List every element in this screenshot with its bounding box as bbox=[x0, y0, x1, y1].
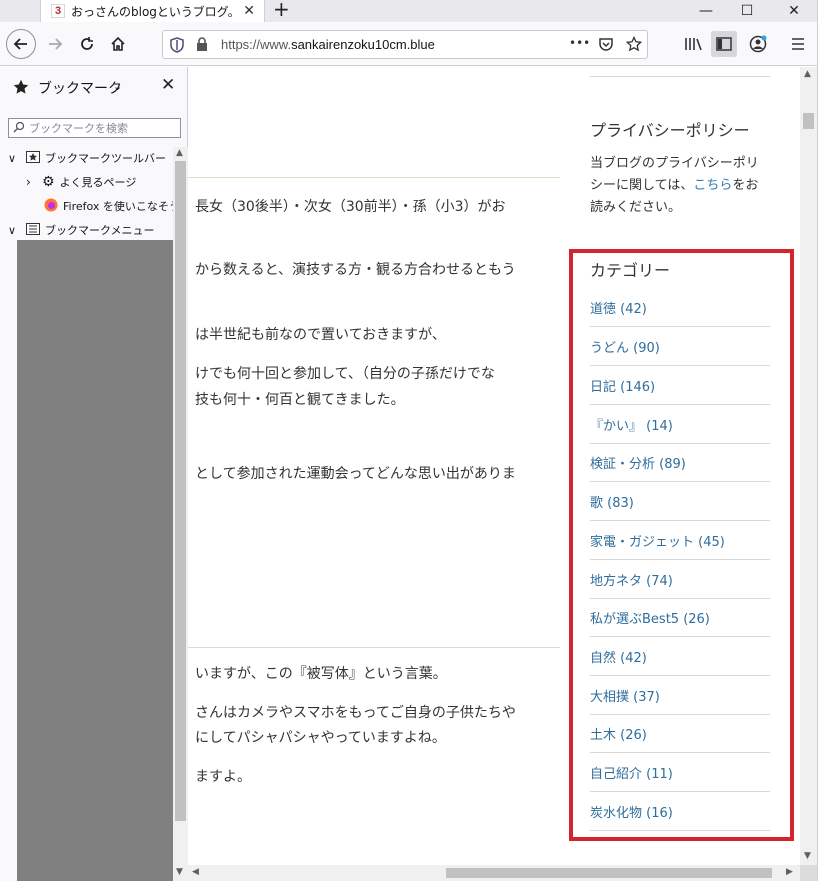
pocket-icon[interactable] bbox=[598, 36, 614, 56]
category-link[interactable]: 地方ネタ (74) bbox=[590, 560, 770, 599]
page-content: 長女（30後半）・次女（30前半）・孫（小3）がお から数えると、演技する方・観… bbox=[188, 67, 809, 865]
star-bookmark-icon[interactable] bbox=[625, 35, 643, 56]
tab-strip: 3 おっさんのblogというブログ。 ✕ + — ☐ ✕ bbox=[0, 0, 827, 22]
category-link[interactable]: 『かい』 (14) bbox=[590, 405, 770, 444]
horizontal-scrollbar-thumb[interactable] bbox=[446, 868, 772, 878]
category-link[interactable]: うどん (90) bbox=[590, 327, 770, 366]
sidebar-scrollbar-thumb[interactable] bbox=[175, 161, 186, 821]
redacted-bookmark-list bbox=[17, 240, 173, 881]
tree-item-label: ブックマークツールバー bbox=[45, 152, 166, 165]
address-bar[interactable]: https://www.sankairenzoku10cm.blue ••• bbox=[162, 30, 648, 59]
scroll-up-arrow-icon[interactable]: ▲ bbox=[176, 148, 183, 158]
article-line: として参加された運動会ってどんな思い出がありま bbox=[195, 466, 516, 482]
scroll-right-arrow-icon[interactable]: ▶ bbox=[786, 867, 793, 877]
scroll-down-arrow-icon[interactable]: ▼ bbox=[176, 867, 183, 877]
category-link[interactable]: 私が選ぶBest5 (26) bbox=[590, 598, 770, 637]
library-icon[interactable] bbox=[680, 31, 706, 57]
tree-item-bookmarks-menu[interactable]: ∨ ブックマークメニュー bbox=[8, 219, 155, 241]
article-line: 長女（30後半）・次女（30前半）・孫（小3）がお bbox=[195, 199, 506, 215]
lock-icon[interactable] bbox=[196, 37, 208, 56]
divider bbox=[188, 177, 560, 178]
window-edge bbox=[817, 0, 827, 881]
tree-item-label: よく見るページ bbox=[59, 176, 137, 189]
privacy-widget-title: プライバシーポリシー bbox=[590, 121, 750, 140]
sidebar-toggle-icon[interactable] bbox=[711, 31, 737, 57]
article-line: 技も何十・何百と観てきました。 bbox=[195, 392, 405, 408]
page-actions-icon[interactable]: ••• bbox=[569, 36, 590, 50]
tree-item-label: ブックマークメニュー bbox=[45, 224, 155, 237]
bookmarks-sidebar: ブックマーク ⌄ ✕ ブックマークを検索 ∨ ブックマークツールバー › ⚙ よ… bbox=[0, 67, 188, 881]
bookmark-search-input[interactable]: ブックマークを検索 bbox=[8, 118, 181, 138]
page-horizontal-scrollbar[interactable]: ◀ ▶ bbox=[188, 865, 800, 881]
tree-item-bookmarks-toolbar[interactable]: ∨ ブックマークツールバー bbox=[8, 147, 166, 169]
category-link[interactable]: 歌 (83) bbox=[590, 482, 770, 521]
tab-title: おっさんのblogというブログ。 bbox=[71, 4, 240, 19]
home-icon[interactable] bbox=[105, 31, 131, 57]
category-link[interactable]: 道徳 (42) bbox=[590, 288, 770, 327]
article-line: は半世紀も前なので置いておきますが、 bbox=[195, 327, 446, 343]
account-icon[interactable] bbox=[745, 31, 771, 57]
maximize-window-icon[interactable]: ☐ bbox=[727, 0, 767, 22]
close-window-icon[interactable]: ✕ bbox=[774, 0, 814, 22]
article-line: ますよ。 bbox=[195, 769, 251, 785]
category-link[interactable]: 炭水化物 (16) bbox=[590, 792, 770, 831]
chevron-down-icon[interactable]: ⌄ bbox=[113, 80, 122, 93]
close-tab-icon[interactable]: ✕ bbox=[243, 3, 255, 19]
firefox-icon bbox=[44, 198, 58, 215]
gear-icon: ⚙ bbox=[42, 174, 55, 190]
expand-arrow-icon[interactable]: ∨ bbox=[8, 224, 22, 237]
article-line: けでも何十回と参加して、（自分の子孫だけでな bbox=[195, 366, 495, 382]
article-line: いますが、この『被写体』という言葉。 bbox=[195, 666, 447, 682]
category-link[interactable]: 自然 (42) bbox=[590, 637, 770, 676]
scrollbar-corner bbox=[800, 865, 817, 881]
search-icon bbox=[13, 121, 25, 136]
scroll-up-arrow-icon[interactable]: ▲ bbox=[804, 69, 811, 79]
hamburger-menu-icon[interactable] bbox=[785, 31, 811, 57]
reload-icon[interactable] bbox=[74, 31, 100, 57]
tree-item-label: Firefox を使いこなそう bbox=[63, 200, 180, 213]
tracking-protection-shield-icon[interactable] bbox=[170, 37, 184, 57]
category-link[interactable]: 日記 (146) bbox=[590, 366, 770, 405]
scroll-left-arrow-icon[interactable]: ◀ bbox=[192, 867, 199, 877]
vertical-scrollbar-thumb[interactable] bbox=[803, 113, 814, 129]
sidebar-header[interactable]: ブックマーク ⌄ ✕ bbox=[0, 67, 188, 105]
article-line: から数えると、演技する方・観る方合わせるともう bbox=[195, 262, 516, 278]
category-link[interactable]: 検証・分析 (89) bbox=[590, 443, 770, 482]
category-link[interactable]: 土木 (26) bbox=[590, 714, 770, 753]
page-vertical-scrollbar[interactable]: ▲ ▼ bbox=[800, 67, 817, 865]
category-link[interactable]: 自己紹介 (11) bbox=[590, 753, 770, 792]
sidebar-scrollbar[interactable]: ▲ ▼ bbox=[173, 147, 188, 881]
divider bbox=[188, 647, 560, 648]
star-icon bbox=[13, 79, 29, 99]
forward-icon[interactable] bbox=[42, 31, 68, 57]
search-placeholder: ブックマークを検索 bbox=[29, 122, 128, 135]
article-line: さんはカメラやスマホをもってご自身の子供たちや bbox=[195, 705, 516, 721]
scroll-down-arrow-icon[interactable]: ▼ bbox=[804, 851, 811, 861]
tree-item-most-visited[interactable]: › ⚙ よく見るページ bbox=[26, 171, 136, 193]
bookmark-star-folder-icon bbox=[26, 150, 40, 166]
expand-arrow-icon[interactable]: ∨ bbox=[8, 152, 22, 165]
category-widget-title: カテゴリー bbox=[590, 261, 671, 280]
collapsed-arrow-icon[interactable]: › bbox=[26, 175, 42, 189]
site-favicon-icon: 3 bbox=[51, 4, 65, 18]
menu-folder-icon bbox=[26, 222, 40, 238]
privacy-link[interactable]: こちら bbox=[693, 178, 732, 193]
category-link[interactable]: 家電・ガジェット (45) bbox=[590, 521, 770, 560]
browser-tab[interactable]: 3 おっさんのblogというブログ。 ✕ bbox=[40, 0, 265, 22]
privacy-widget-text: 当ブログのプライバシーポリシーに関しては、こちらをお読みください。 bbox=[590, 156, 759, 215]
navigation-toolbar: https://www.sankairenzoku10cm.blue ••• bbox=[0, 22, 827, 66]
url-text[interactable]: https://www.sankairenzoku10cm.blue bbox=[221, 37, 435, 52]
back-icon[interactable] bbox=[6, 29, 36, 59]
tree-item-firefox-guide[interactable]: Firefox を使いこなそう bbox=[44, 195, 180, 217]
minimize-window-icon[interactable]: — bbox=[686, 0, 726, 22]
close-sidebar-icon[interactable]: ✕ bbox=[161, 75, 175, 95]
sidebar-title[interactable]: ブックマーク bbox=[38, 78, 122, 98]
divider bbox=[590, 76, 770, 77]
new-tab-icon[interactable]: + bbox=[273, 0, 290, 19]
article-line: にしてパシャパシャやっていますよね。 bbox=[195, 730, 446, 746]
category-link[interactable]: 大相撲 (37) bbox=[590, 676, 770, 715]
